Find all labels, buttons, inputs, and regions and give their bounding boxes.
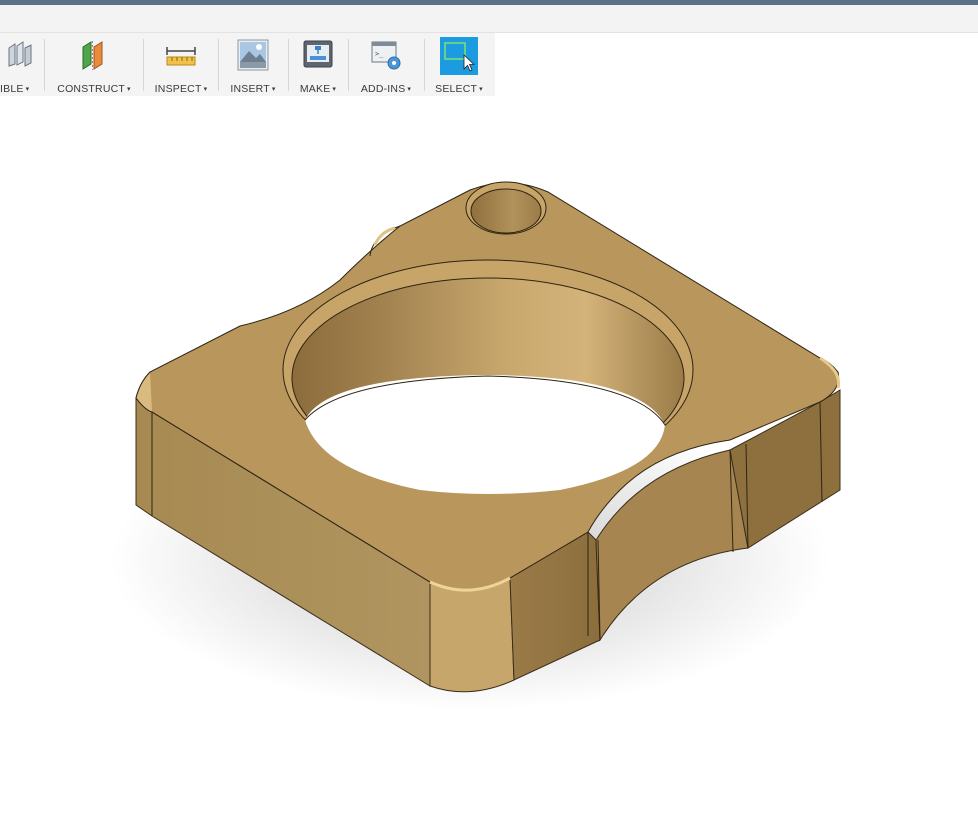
chevron-down-icon: ▾ (407, 86, 412, 93)
measure-icon (166, 47, 196, 66)
toolbar-group-make[interactable]: MAKE ▾ (292, 33, 344, 96)
insert-image-icon (237, 39, 269, 71)
make-label: MAKE (299, 83, 331, 95)
design-toolbar: IBLE ▾ CONSTRUCT ▾ INSPECT ▾ INSERT ▾ MA… (0, 33, 495, 96)
toolbar-group-inspect[interactable]: INSPECT ▾ (148, 33, 214, 96)
toolbar-separator (44, 39, 45, 91)
toolbar-separator (424, 39, 425, 91)
chevron-down-icon: ▾ (479, 86, 483, 93)
front-corner-fillet (429, 577, 515, 693)
svg-text:>_: >_ (375, 50, 384, 58)
select-label: SELECT (435, 83, 478, 95)
construct-label: CONSTRUCT (57, 83, 125, 95)
toolbar-group-assemble[interactable]: IBLE ▾ (0, 33, 42, 96)
canvas-viewport[interactable] (0, 96, 978, 826)
add-ins-label: ADD-INS (360, 83, 406, 95)
document-tab-strip (0, 5, 978, 33)
chevron-down-icon: ▾ (271, 86, 276, 93)
chevron-down-icon: ▾ (332, 86, 337, 93)
mount-hole (470, 188, 542, 234)
chevron-down-icon: ▾ (127, 86, 131, 93)
toolbar-group-select[interactable]: SELECT ▾ (428, 33, 490, 96)
toolbar-separator (143, 39, 144, 91)
construct-plane-icon (82, 41, 103, 70)
inspect-label: INSPECT (154, 83, 202, 95)
toolbar-group-construct[interactable]: CONSTRUCT ▾ (50, 33, 138, 96)
toolbar-separator (288, 39, 289, 91)
toolbar-group-add-ins[interactable]: >_ ADD-INS ▾ (352, 33, 420, 96)
window-select-icon (440, 37, 478, 75)
toolbar-separator (348, 39, 349, 91)
3d-print-icon (303, 40, 333, 68)
chevron-down-icon: ▾ (25, 86, 30, 93)
insert-label: INSERT (230, 83, 270, 95)
assemble-label: IBLE (0, 83, 24, 95)
assemble-icon (8, 41, 32, 67)
scripts-addins-icon: >_ (371, 41, 401, 70)
chevron-down-icon: ▾ (203, 86, 208, 93)
toolbar-group-insert[interactable]: INSERT ▾ (222, 33, 284, 96)
brass-plate-model[interactable] (0, 96, 978, 826)
toolbar-separator (218, 39, 219, 91)
